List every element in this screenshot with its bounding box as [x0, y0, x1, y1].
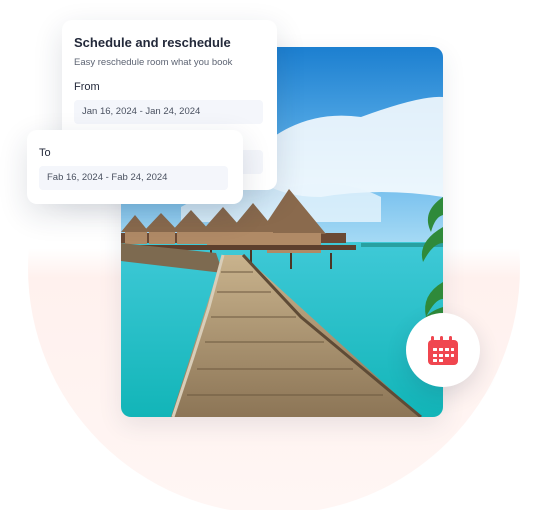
to-label: To [39, 147, 51, 159]
schedule-subtitle: Easy reschedule room what you book [74, 57, 233, 68]
calendar-badge[interactable] [406, 313, 480, 387]
calendar-icon [428, 336, 458, 365]
schedule-title: Schedule and reschedule [74, 35, 231, 50]
to-card: To Fab 16, 2024 - Fab 24, 2024 [27, 130, 243, 204]
to-date-field[interactable]: Fab 16, 2024 - Fab 24, 2024 [39, 166, 228, 190]
from-label: From [74, 81, 100, 93]
from-date-field[interactable]: Jan 16, 2024 - Jan 24, 2024 [74, 100, 263, 124]
